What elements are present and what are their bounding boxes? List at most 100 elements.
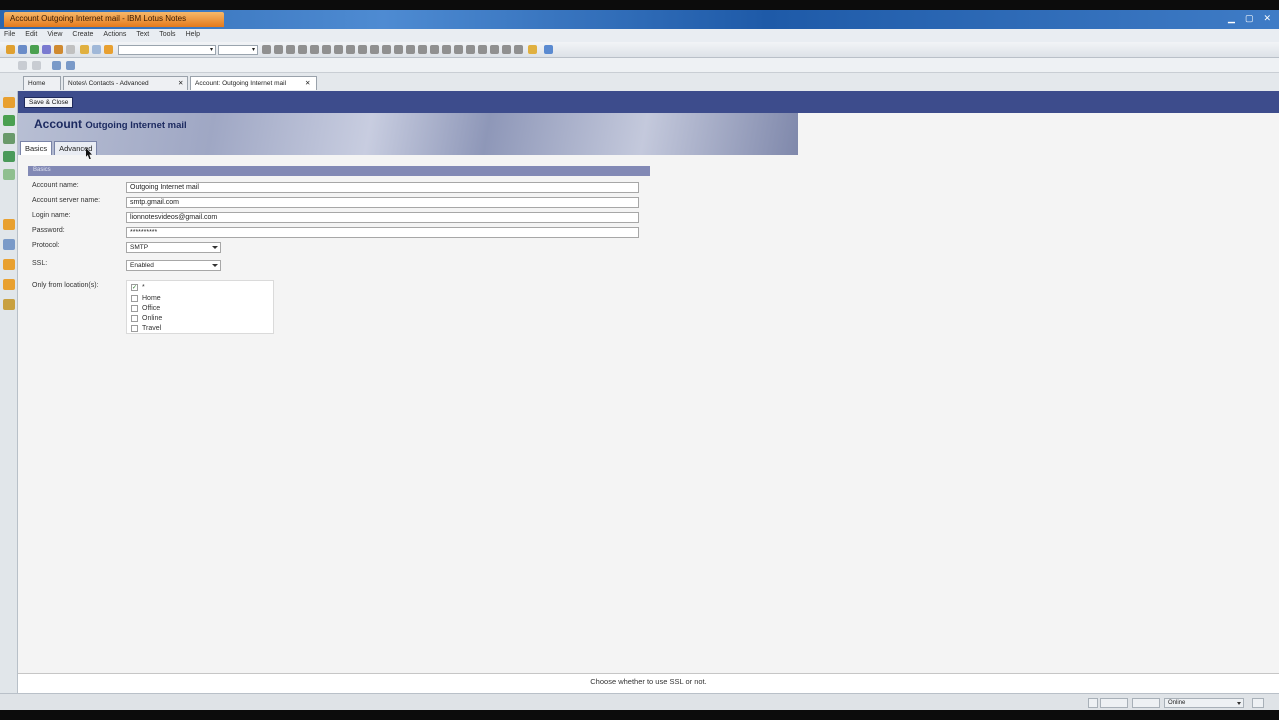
location-select[interactable]: Online [1164, 698, 1244, 708]
bookmark-todo-icon[interactable] [3, 151, 15, 162]
status-inbox-icon[interactable] [1252, 698, 1264, 708]
folder-icon[interactable] [54, 45, 63, 54]
bold-icon[interactable] [262, 45, 271, 54]
style-icon[interactable] [502, 45, 511, 54]
print-icon[interactable] [42, 45, 51, 54]
italic-icon[interactable] [274, 45, 283, 54]
edit-icon[interactable] [6, 45, 15, 54]
bookmark-folder-icon[interactable] [3, 219, 15, 230]
refresh-icon[interactable] [30, 45, 39, 54]
minimize-icon[interactable]: ▁ [1228, 13, 1235, 24]
field-help-text: Choose whether to use SSL or not. [590, 677, 707, 686]
location-label: Office [142, 305, 161, 312]
section-header-basics: Basics [28, 166, 650, 176]
chevron-down-icon [1237, 702, 1241, 705]
bookmark-notebook-icon[interactable] [3, 169, 15, 180]
menu-create[interactable]: Create [72, 31, 93, 40]
font-select[interactable]: ▾ [118, 45, 216, 55]
globe-icon[interactable] [544, 45, 553, 54]
status-nav-icon[interactable] [1088, 698, 1098, 708]
table-icon[interactable] [430, 45, 439, 54]
bookmark-icon[interactable] [104, 45, 113, 54]
justify-icon[interactable] [418, 45, 427, 54]
location-option-home[interactable]: Home [131, 294, 161, 303]
bookmark-open-icon[interactable] [3, 299, 15, 310]
bullets-icon[interactable] [334, 45, 343, 54]
checkbox-checked-icon[interactable]: ✓ [131, 284, 138, 291]
tab-contacts-advanced[interactable]: Notes\ Contacts - Advanced [63, 76, 188, 90]
align-left-icon[interactable] [382, 45, 391, 54]
bookmark-bar [0, 91, 18, 701]
section-icon[interactable] [514, 45, 523, 54]
bookmark-replicator-icon[interactable] [3, 259, 15, 270]
ssl-select[interactable]: Enabled [126, 260, 221, 271]
indent-icon[interactable] [358, 45, 367, 54]
tab-account-close-icon[interactable]: ✕ [305, 76, 315, 90]
password-field[interactable]: ********** [126, 227, 639, 238]
numbering-icon[interactable] [346, 45, 355, 54]
nav-forward-icon[interactable] [32, 61, 41, 70]
attach-icon[interactable] [466, 45, 475, 54]
tab-advanced[interactable]: Advanced [54, 141, 98, 155]
checkbox-icon[interactable] [131, 325, 138, 332]
search-icon[interactable] [92, 45, 101, 54]
checkbox-icon[interactable] [131, 315, 138, 322]
maximize-icon[interactable]: ▢ [1245, 13, 1254, 24]
nav-home-icon[interactable] [52, 61, 61, 70]
nav-back-icon[interactable] [18, 61, 27, 70]
strikethrough-icon[interactable] [298, 45, 307, 54]
star-icon[interactable] [80, 45, 89, 54]
tab-contacts-close-icon[interactable]: ✕ [178, 76, 187, 90]
window-tab-secondary[interactable] [226, 12, 346, 27]
menu-view[interactable]: View [47, 31, 62, 40]
outdent-icon[interactable] [370, 45, 379, 54]
link-icon[interactable] [454, 45, 463, 54]
bookmark-favorites-icon[interactable] [3, 279, 15, 290]
bookmark-apps-icon[interactable] [3, 239, 15, 250]
tab-basics[interactable]: Basics [20, 141, 53, 155]
checkbox-icon[interactable] [131, 295, 138, 302]
menu-help[interactable]: Help [186, 31, 200, 40]
format-icon[interactable] [490, 45, 499, 54]
menu-edit[interactable]: Edit [25, 31, 37, 40]
tab-home[interactable]: Home [23, 76, 61, 90]
bookmark-calendar-icon[interactable] [3, 115, 15, 126]
spellcheck-icon[interactable] [478, 45, 487, 54]
font-color-icon[interactable] [322, 45, 331, 54]
menu-file[interactable]: File [4, 31, 15, 40]
menu-text[interactable]: Text [136, 31, 149, 40]
location-option-office[interactable]: Office [131, 304, 160, 313]
save-close-button[interactable]: Save & Close [24, 97, 74, 108]
checkbox-icon[interactable] [131, 305, 138, 312]
back-icon[interactable] [18, 45, 27, 54]
protocol-value: SMTP [130, 244, 149, 251]
image-icon[interactable] [442, 45, 451, 54]
window-title[interactable]: Account Outgoing Internet mail - IBM Lot… [4, 12, 224, 27]
location-option-all[interactable]: ✓ * [131, 283, 145, 292]
locations-label: Only from location(s): [32, 282, 99, 289]
size-select[interactable]: ▾ [218, 45, 258, 55]
key-icon[interactable] [528, 45, 537, 54]
status-mail-icon[interactable] [1100, 698, 1128, 708]
location-option-online[interactable]: Online [131, 314, 162, 323]
align-center-icon[interactable] [394, 45, 403, 54]
bookmark-mail-icon[interactable] [3, 97, 15, 108]
status-blank-select[interactable] [1132, 698, 1160, 708]
highlight-icon[interactable] [310, 45, 319, 54]
password-label: Password: [32, 227, 65, 234]
bookmark-contacts-icon[interactable] [3, 133, 15, 144]
underline-icon[interactable] [286, 45, 295, 54]
menu-actions[interactable]: Actions [103, 31, 126, 40]
align-right-icon[interactable] [406, 45, 415, 54]
login-name-field[interactable]: lionnotesvideos@gmail.com [126, 212, 639, 223]
account-name-field[interactable]: Outgoing Internet mail [126, 182, 639, 193]
close-icon[interactable]: ✕ [1263, 13, 1271, 24]
menu-tools[interactable]: Tools [159, 31, 175, 40]
nav-reload-icon[interactable] [66, 61, 75, 70]
navigation-toolbar [0, 58, 1279, 73]
server-name-field[interactable]: smtp.gmail.com [126, 197, 639, 208]
tab-account[interactable]: Account: Outgoing Internet mail [190, 76, 317, 90]
protocol-select[interactable]: SMTP [126, 242, 221, 253]
location-option-travel[interactable]: Travel [131, 324, 161, 333]
menu-icon[interactable] [66, 45, 75, 54]
